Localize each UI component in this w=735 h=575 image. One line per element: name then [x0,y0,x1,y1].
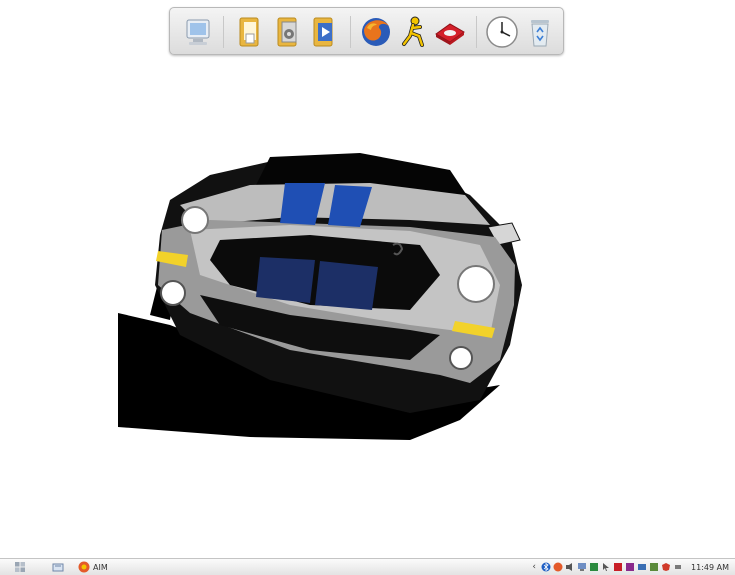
taskbar: AIM ‹ 11:49 AM [0,558,735,575]
aim-icon[interactable] [396,14,432,50]
quick-launch-desktop[interactable] [52,560,64,574]
taskbar-item-label: AIM [93,562,108,572]
pointer-icon[interactable] [601,562,611,572]
windows-logo-icon [15,562,25,572]
aim-icon [78,561,90,573]
show-desktop-icon [52,563,64,572]
flag-icon[interactable] [613,562,623,572]
taskbar-item-aim[interactable]: AIM [78,560,108,574]
dock-separator [350,16,351,48]
antivirus-icon[interactable] [589,562,599,572]
display-icon[interactable] [637,562,647,572]
clock-icon[interactable] [484,14,520,50]
desktop-wallpaper [110,145,530,445]
my-computer-icon[interactable] [180,14,216,50]
security-icon[interactable] [661,562,671,572]
aim-tray-icon[interactable] [553,562,563,572]
start-button[interactable] [14,560,26,574]
dock [169,7,564,55]
documents-folder-icon[interactable] [232,14,268,50]
recycle-bin-icon[interactable] [522,14,558,50]
system-tray: ‹ 11:49 AM [532,560,729,574]
safely-remove-icon[interactable] [673,562,683,572]
updates-icon[interactable] [649,562,659,572]
music-folder-icon[interactable] [270,14,306,50]
volume-icon[interactable] [565,562,575,572]
dock-separator [476,16,477,48]
burn-disc-icon[interactable] [432,14,468,50]
messenger-icon[interactable] [625,562,635,572]
tray-expand-chevron[interactable]: ‹ [532,562,536,572]
dock-separator [223,16,224,48]
network-icon[interactable] [577,562,587,572]
firefox-icon[interactable] [358,14,394,50]
bluetooth-icon[interactable] [541,562,551,572]
tray-clock[interactable]: 11:49 AM [691,563,729,572]
videos-folder-icon[interactable] [306,14,342,50]
